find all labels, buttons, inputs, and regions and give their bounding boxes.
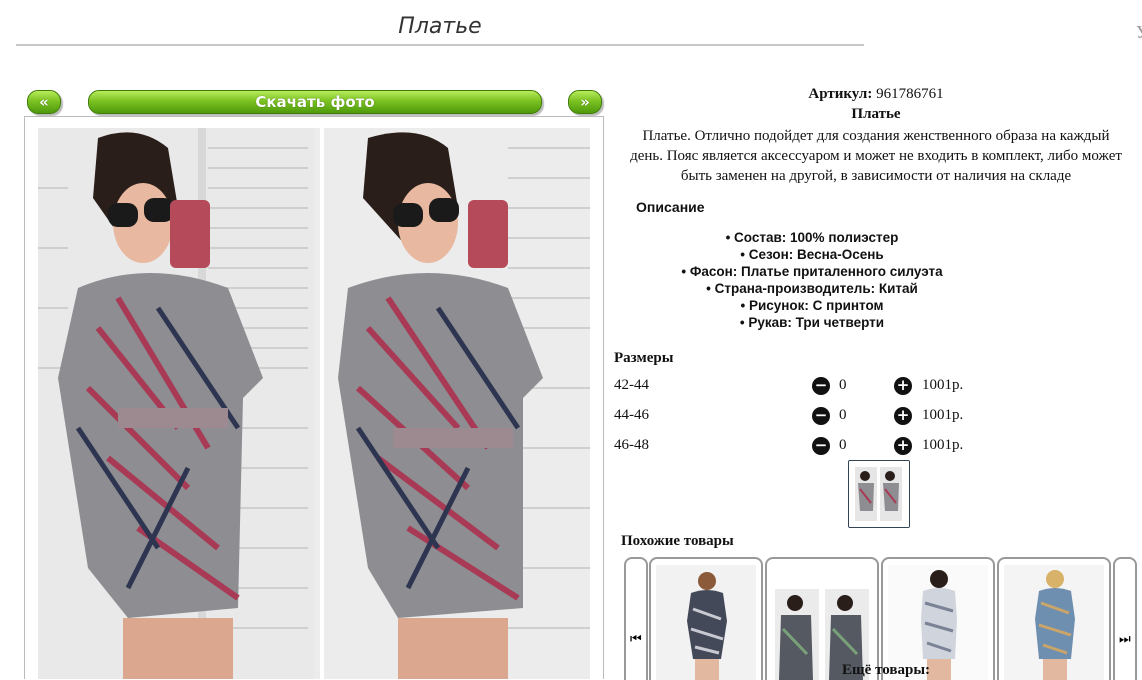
description-line: Платье. Отлично подойдет для создания же… [642, 128, 1110, 144]
product-name: Платье [851, 106, 901, 122]
similar-product-card[interactable] [649, 557, 763, 680]
size-price: 1001р. [922, 437, 964, 453]
plus-icon[interactable]: + [894, 437, 912, 455]
photo-thumbnail[interactable] [848, 460, 910, 528]
page-title: Платье [398, 14, 482, 39]
size-price: 1001р. [922, 407, 964, 423]
size-quantity: 0 [839, 377, 847, 393]
minus-icon[interactable]: − [812, 407, 830, 425]
minus-icon[interactable]: − [812, 437, 830, 455]
description-line: быть заменен на другой, в зависимости от… [680, 168, 1072, 184]
size-row: 42-44 − 0 + 1001р. [614, 377, 994, 397]
properties-list: • Состав: 100% полиэстер • Сезон: Весна-… [612, 229, 1012, 331]
description-heading: Описание [636, 199, 705, 215]
skip-forward-icon: ⏭ [1119, 631, 1131, 646]
size-row: 46-48 − 0 + 1001р. [614, 437, 994, 457]
property-item: • Сезон: Весна-Осень [740, 247, 884, 262]
product-photo[interactable] [38, 128, 590, 679]
minus-icon[interactable]: − [812, 377, 830, 395]
property-item: • Страна-производитель: Китай [706, 281, 918, 296]
skip-back-icon: ⏮ [630, 631, 642, 646]
next-photo-button[interactable]: » [568, 90, 602, 114]
similar-product-image [1004, 565, 1104, 680]
download-photo-button[interactable]: Скачать фото [88, 90, 542, 114]
article-label: Артикул: [808, 86, 873, 102]
property-item: • Фасон: Платье приталенного силуэта [681, 264, 943, 279]
size-quantity: 0 [839, 437, 847, 453]
similar-product-image [656, 565, 756, 680]
description-line: день. Пояс является аксессуаром и может … [630, 148, 1122, 164]
title-divider [16, 44, 864, 46]
edge-char: У [1136, 22, 1142, 43]
property-item: • Рисунок: С принтом [740, 298, 884, 313]
size-row: 44-46 − 0 + 1001р. [614, 407, 994, 427]
prev-photo-button[interactable]: « [27, 90, 61, 114]
plus-icon[interactable]: + [894, 377, 912, 395]
thumbnail-image [849, 461, 909, 527]
size-label: 42-44 [614, 377, 649, 393]
more-products-heading: Ещё товары: [842, 662, 931, 678]
property-item: • Рукав: Три четверти [739, 315, 885, 330]
size-quantity: 0 [839, 407, 847, 423]
main-photo-frame [24, 116, 604, 679]
carousel-next-button[interactable]: ⏭ [1113, 557, 1137, 680]
carousel-prev-button[interactable]: ⏮ [624, 557, 648, 680]
similar-product-card[interactable] [997, 557, 1111, 680]
similar-products-heading: Похожие товары [621, 533, 734, 549]
product-description: Платье. Отлично подойдет для создания же… [612, 126, 1140, 186]
product-info: Артикул: 961786761 Платье Платье. Отличн… [612, 86, 1140, 186]
article-value: 961786761 [876, 86, 944, 102]
sizes-heading: Размеры [614, 350, 674, 366]
property-item: • Состав: 100% полиэстер [725, 230, 899, 245]
size-label: 44-46 [614, 407, 649, 423]
size-price: 1001р. [922, 377, 964, 393]
size-label: 46-48 [614, 437, 649, 453]
plus-icon[interactable]: + [894, 407, 912, 425]
